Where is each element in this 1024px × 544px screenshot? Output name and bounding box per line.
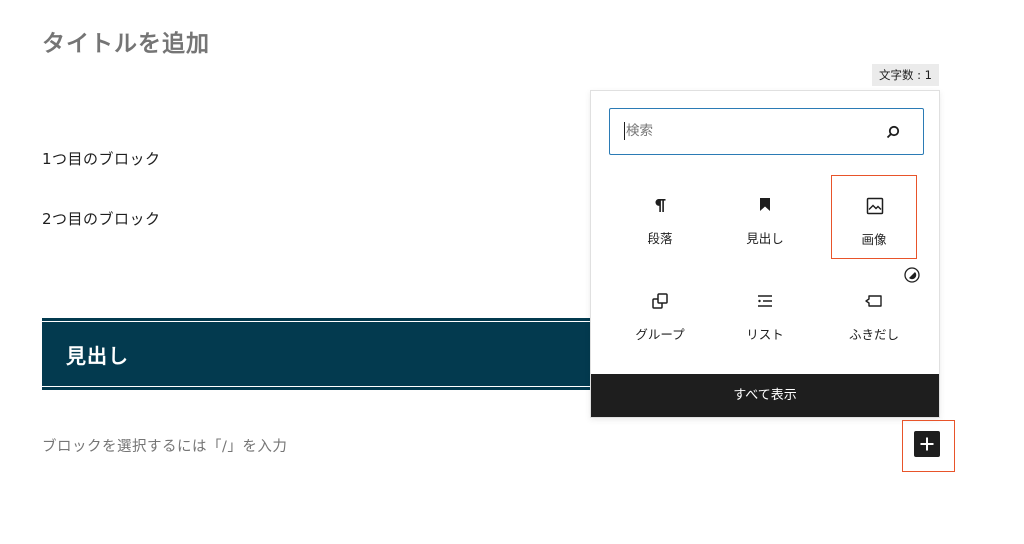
- post-title[interactable]: タイトルを追加: [42, 24, 210, 58]
- block-group[interactable]: グループ: [617, 271, 703, 355]
- paragraph-block-2[interactable]: 2つ目のブロック: [42, 208, 161, 229]
- plus-icon: [920, 437, 934, 451]
- inserter-search[interactable]: [609, 108, 924, 155]
- paragraph-block-1[interactable]: 1つ目のブロック: [42, 148, 161, 169]
- block-label: ふきだし: [848, 327, 899, 342]
- block-heading[interactable]: 見出し: [722, 175, 808, 259]
- image-icon: [866, 197, 884, 215]
- empty-block-placeholder[interactable]: ブロックを選択するには「/」を入力: [42, 435, 287, 456]
- character-count-badge: 文字数 : 1: [872, 64, 940, 86]
- block-inserter-popover: 段落 見出し 画像 グループ: [590, 90, 940, 418]
- block-list[interactable]: リスト: [722, 271, 808, 355]
- search-input[interactable]: [624, 122, 874, 140]
- heading-block[interactable]: 見出し: [42, 318, 602, 390]
- block-label: 段落: [647, 231, 673, 246]
- block-label: グループ: [635, 327, 685, 342]
- block-image[interactable]: 画像: [831, 175, 917, 259]
- heading-bookmark-icon: [760, 198, 770, 211]
- block-label: 見出し: [746, 231, 784, 246]
- block-speech-bubble[interactable]: ふきだし: [831, 271, 917, 355]
- add-block-button[interactable]: [914, 431, 940, 457]
- browse-all-button[interactable]: すべて表示: [591, 374, 939, 417]
- add-block-highlight: [902, 420, 955, 472]
- group-icon: [652, 293, 668, 309]
- list-icon: [758, 295, 772, 307]
- block-label: 画像: [861, 232, 887, 247]
- block-paragraph[interactable]: 段落: [617, 175, 703, 259]
- search-icon[interactable]: [885, 124, 901, 140]
- paragraph-icon: [655, 199, 666, 212]
- heading-text[interactable]: 見出し: [66, 340, 129, 369]
- block-editor: タイトルを追加 1つ目のブロック 2つ目のブロック 見出し ブロックを選択するに…: [0, 0, 1024, 544]
- speech-bubble-icon: [865, 295, 882, 307]
- block-label: リスト: [746, 327, 784, 342]
